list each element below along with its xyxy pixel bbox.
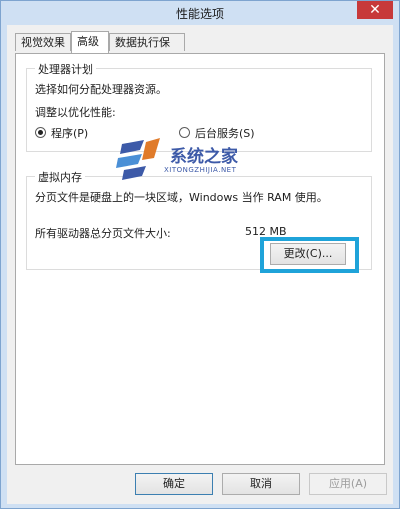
- programs-radio-label[interactable]: 程序(P): [51, 125, 88, 141]
- optimize-performance-label: 调整以优化性能:: [35, 106, 116, 119]
- close-button[interactable]: ✕: [357, 1, 393, 19]
- change-button-highlight: [260, 237, 359, 273]
- close-icon: ✕: [369, 2, 381, 18]
- virtual-memory-description: 分页文件是硬盘上的一块区域，Windows 当作 RAM 使用。: [35, 191, 328, 204]
- tab-advanced[interactable]: 高级: [71, 31, 109, 53]
- virtual-memory-title: 虚拟内存: [35, 169, 85, 185]
- advanced-tab-panel: 处理器计划 选择如何分配处理器资源。 调整以优化性能: 程序(P) 后台服务(S…: [15, 53, 385, 465]
- processor-scheduling-title: 处理器计划: [35, 61, 96, 77]
- processor-description: 选择如何分配处理器资源。: [35, 83, 167, 96]
- window-title: 性能选项: [175, 7, 224, 21]
- watermark-name: 系统之家: [170, 147, 238, 167]
- ok-button[interactable]: 确定: [135, 473, 213, 495]
- cancel-button[interactable]: 取消: [222, 473, 300, 495]
- watermark-url: XITONGZHIJIA.NET: [164, 166, 237, 174]
- title-bar[interactable]: 性能选项 ✕: [1, 1, 399, 25]
- apply-button[interactable]: 应用(A): [309, 473, 387, 495]
- tab-visual-effects[interactable]: 视觉效果: [15, 33, 71, 51]
- paging-file-total-label: 所有驱动器总分页文件大小:: [35, 227, 171, 240]
- dialog-client-area: 视觉效果 高级 数据执行保护 处理器计划 选择如何分配处理器资源。 调整以优化性…: [7, 25, 393, 504]
- tab-strip: 视觉效果 高级 数据执行保护: [15, 31, 385, 67]
- watermark-logo-icon: [116, 138, 160, 180]
- programs-radio[interactable]: [35, 127, 46, 138]
- tab-data-execution-prevention[interactable]: 数据执行保护: [109, 33, 185, 67]
- performance-options-window: 性能选项 ✕ 视觉效果 高级 数据执行保护 处理器计划 选择如何分配处理器资源。…: [0, 0, 400, 509]
- site-watermark: 系统之家 XITONGZHIJIA.NET: [116, 136, 266, 186]
